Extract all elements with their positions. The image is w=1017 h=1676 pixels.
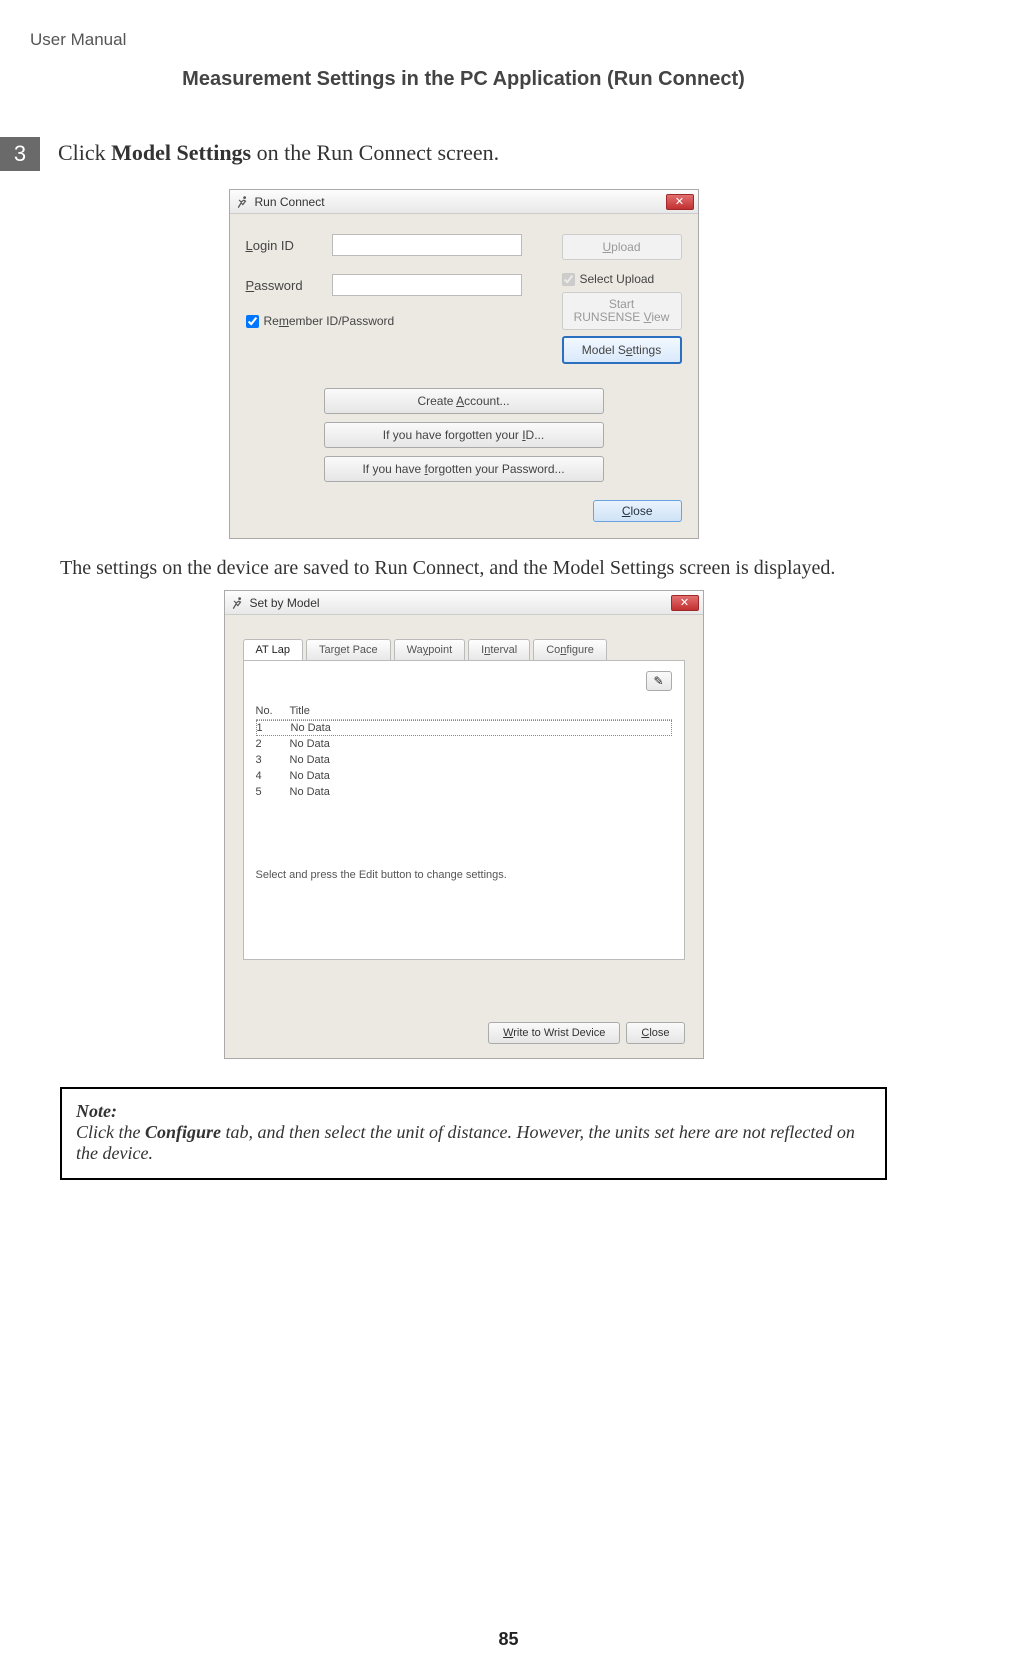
select-upload-checkbox[interactable]	[562, 273, 575, 286]
list-box[interactable]: 1 No Data 2 No Data 3 No Data 4 No Data	[256, 719, 672, 829]
model-settings-post: ttings	[633, 343, 662, 357]
cell-no: 2	[256, 738, 290, 750]
iv-post: terval	[490, 644, 517, 656]
password-label: Password	[246, 278, 332, 293]
write-rest: rite to Wrist Device	[513, 1027, 605, 1039]
model-settings-button[interactable]: Model Settings	[562, 336, 682, 364]
note-bold: Configure	[145, 1122, 221, 1142]
upload-button[interactable]: Upload	[562, 234, 682, 260]
run-connect-dialog: Run Connect ✕ Login ID Password	[229, 189, 699, 539]
password-underline: P	[246, 278, 255, 293]
close2-rest: lose	[649, 1027, 669, 1039]
start-line2-pre: RUNSENSE	[574, 310, 644, 324]
close-button-2[interactable]: Close	[626, 1022, 684, 1044]
forgot-id-pre: If you have forgotten your	[383, 428, 522, 442]
cell-no: 5	[256, 786, 290, 798]
title-bar: Run Connect ✕	[230, 190, 698, 214]
cell-no: 1	[257, 722, 291, 734]
cell-title: No Data	[290, 770, 330, 782]
remember-label: Remember ID/Password	[264, 314, 395, 328]
upload-rest: pload	[611, 240, 640, 254]
list-row[interactable]: 4 No Data	[256, 768, 672, 784]
forgot-pw-pre: If you have	[362, 462, 424, 476]
write-to-wrist-button[interactable]: Write to Wrist Device	[488, 1022, 620, 1044]
wp-pre: Wa	[407, 644, 423, 656]
write-u: W	[503, 1027, 513, 1039]
cf-post: figure	[566, 644, 594, 656]
forgot-pw-post: orgotten your Password...	[428, 462, 565, 476]
remember-post: ember ID/Password	[289, 314, 394, 328]
page-number: 85	[0, 1629, 1017, 1650]
tab-interval[interactable]: Interval	[468, 639, 530, 660]
close-button[interactable]: Close	[593, 500, 682, 522]
set-by-model-dialog: Set by Model ✕ AT Lap Target Pace Waypoi…	[224, 590, 704, 1059]
remember-checkbox[interactable]	[246, 315, 259, 328]
tp-pre: Tar	[319, 644, 334, 656]
tab-waypoint[interactable]: Waypoint	[394, 639, 465, 660]
dialog-title: Run Connect	[255, 195, 325, 209]
cell-title: No Data	[290, 754, 330, 766]
tab-at-lap[interactable]: AT Lap	[243, 639, 303, 660]
create-account-button[interactable]: Create Account...	[324, 388, 604, 414]
model-settings-pre: Model S	[582, 343, 626, 357]
title-bar-2: Set by Model ✕	[225, 591, 703, 615]
cell-no: 4	[256, 770, 290, 782]
list-row[interactable]: 1 No Data	[256, 720, 672, 736]
cell-title: No Data	[291, 722, 331, 734]
password-input[interactable]	[332, 274, 522, 296]
step-number-badge: 3	[0, 137, 40, 171]
cf-pre: Co	[546, 644, 560, 656]
step-text-bold: Model Settings	[111, 140, 251, 165]
create-account-u: A	[456, 394, 464, 408]
login-id-underline: L	[246, 238, 253, 253]
cell-title: No Data	[290, 738, 330, 750]
doc-header: User Manual	[30, 30, 927, 50]
tab-target-pace[interactable]: Target Pace	[306, 639, 391, 660]
select-upload-label: Select Upload	[580, 272, 655, 286]
list-row[interactable]: 5 No Data	[256, 784, 672, 800]
col-header-title: Title	[290, 705, 310, 717]
window-close-button[interactable]: ✕	[666, 194, 694, 210]
note-prefix: Click the	[76, 1122, 145, 1142]
model-settings-u: e	[626, 343, 633, 357]
note-label: Note:	[76, 1101, 117, 1121]
upload-u: U	[602, 240, 611, 254]
list-row[interactable]: 2 No Data	[256, 736, 672, 752]
running-icon	[234, 194, 250, 210]
list-row[interactable]: 3 No Data	[256, 752, 672, 768]
forgot-password-button[interactable]: If you have forgotten your Password...	[324, 456, 604, 482]
running-icon	[229, 595, 245, 611]
create-account-post: ccount...	[464, 394, 509, 408]
start-line1: Start	[609, 297, 634, 311]
section-title: Measurement Settings in the PC Applicati…	[0, 68, 927, 91]
col-header-no: No.	[256, 705, 290, 717]
forgot-id-post: D...	[526, 428, 545, 442]
tab-configure[interactable]: Configure	[533, 639, 607, 660]
login-id-input[interactable]	[332, 234, 522, 256]
body-text: The settings on the device are saved to …	[60, 557, 927, 580]
remember-u: m	[279, 314, 289, 328]
remember-pre: Re	[264, 314, 279, 328]
tp-post: et Pace	[340, 644, 377, 656]
step-instruction: Click Model Settings on the Run Connect …	[58, 137, 499, 166]
window-close-button-2[interactable]: ✕	[671, 595, 699, 611]
password-rest: assword	[254, 278, 302, 293]
edit-button[interactable]: ✎	[646, 671, 672, 691]
start-line2-post: iew	[651, 310, 669, 324]
hint-text: Select and press the Edit button to chan…	[256, 869, 672, 881]
cell-no: 3	[256, 754, 290, 766]
close-rest: lose	[630, 504, 652, 518]
start-runsense-view-button[interactable]: Start RUNSENSE View	[562, 292, 682, 330]
login-id-rest: ogin ID	[253, 238, 294, 253]
forgot-id-button[interactable]: If you have forgotten your ID...	[324, 422, 604, 448]
note-box: Note: Click the Configure tab, and then …	[60, 1087, 887, 1180]
step-text-prefix: Click	[58, 140, 111, 165]
step-text-suffix: on the Run Connect screen.	[251, 140, 499, 165]
cell-title: No Data	[290, 786, 330, 798]
wp-post: point	[428, 644, 452, 656]
login-id-label: Login ID	[246, 238, 332, 253]
create-account-pre: Create	[417, 394, 456, 408]
dialog2-title: Set by Model	[250, 596, 320, 610]
